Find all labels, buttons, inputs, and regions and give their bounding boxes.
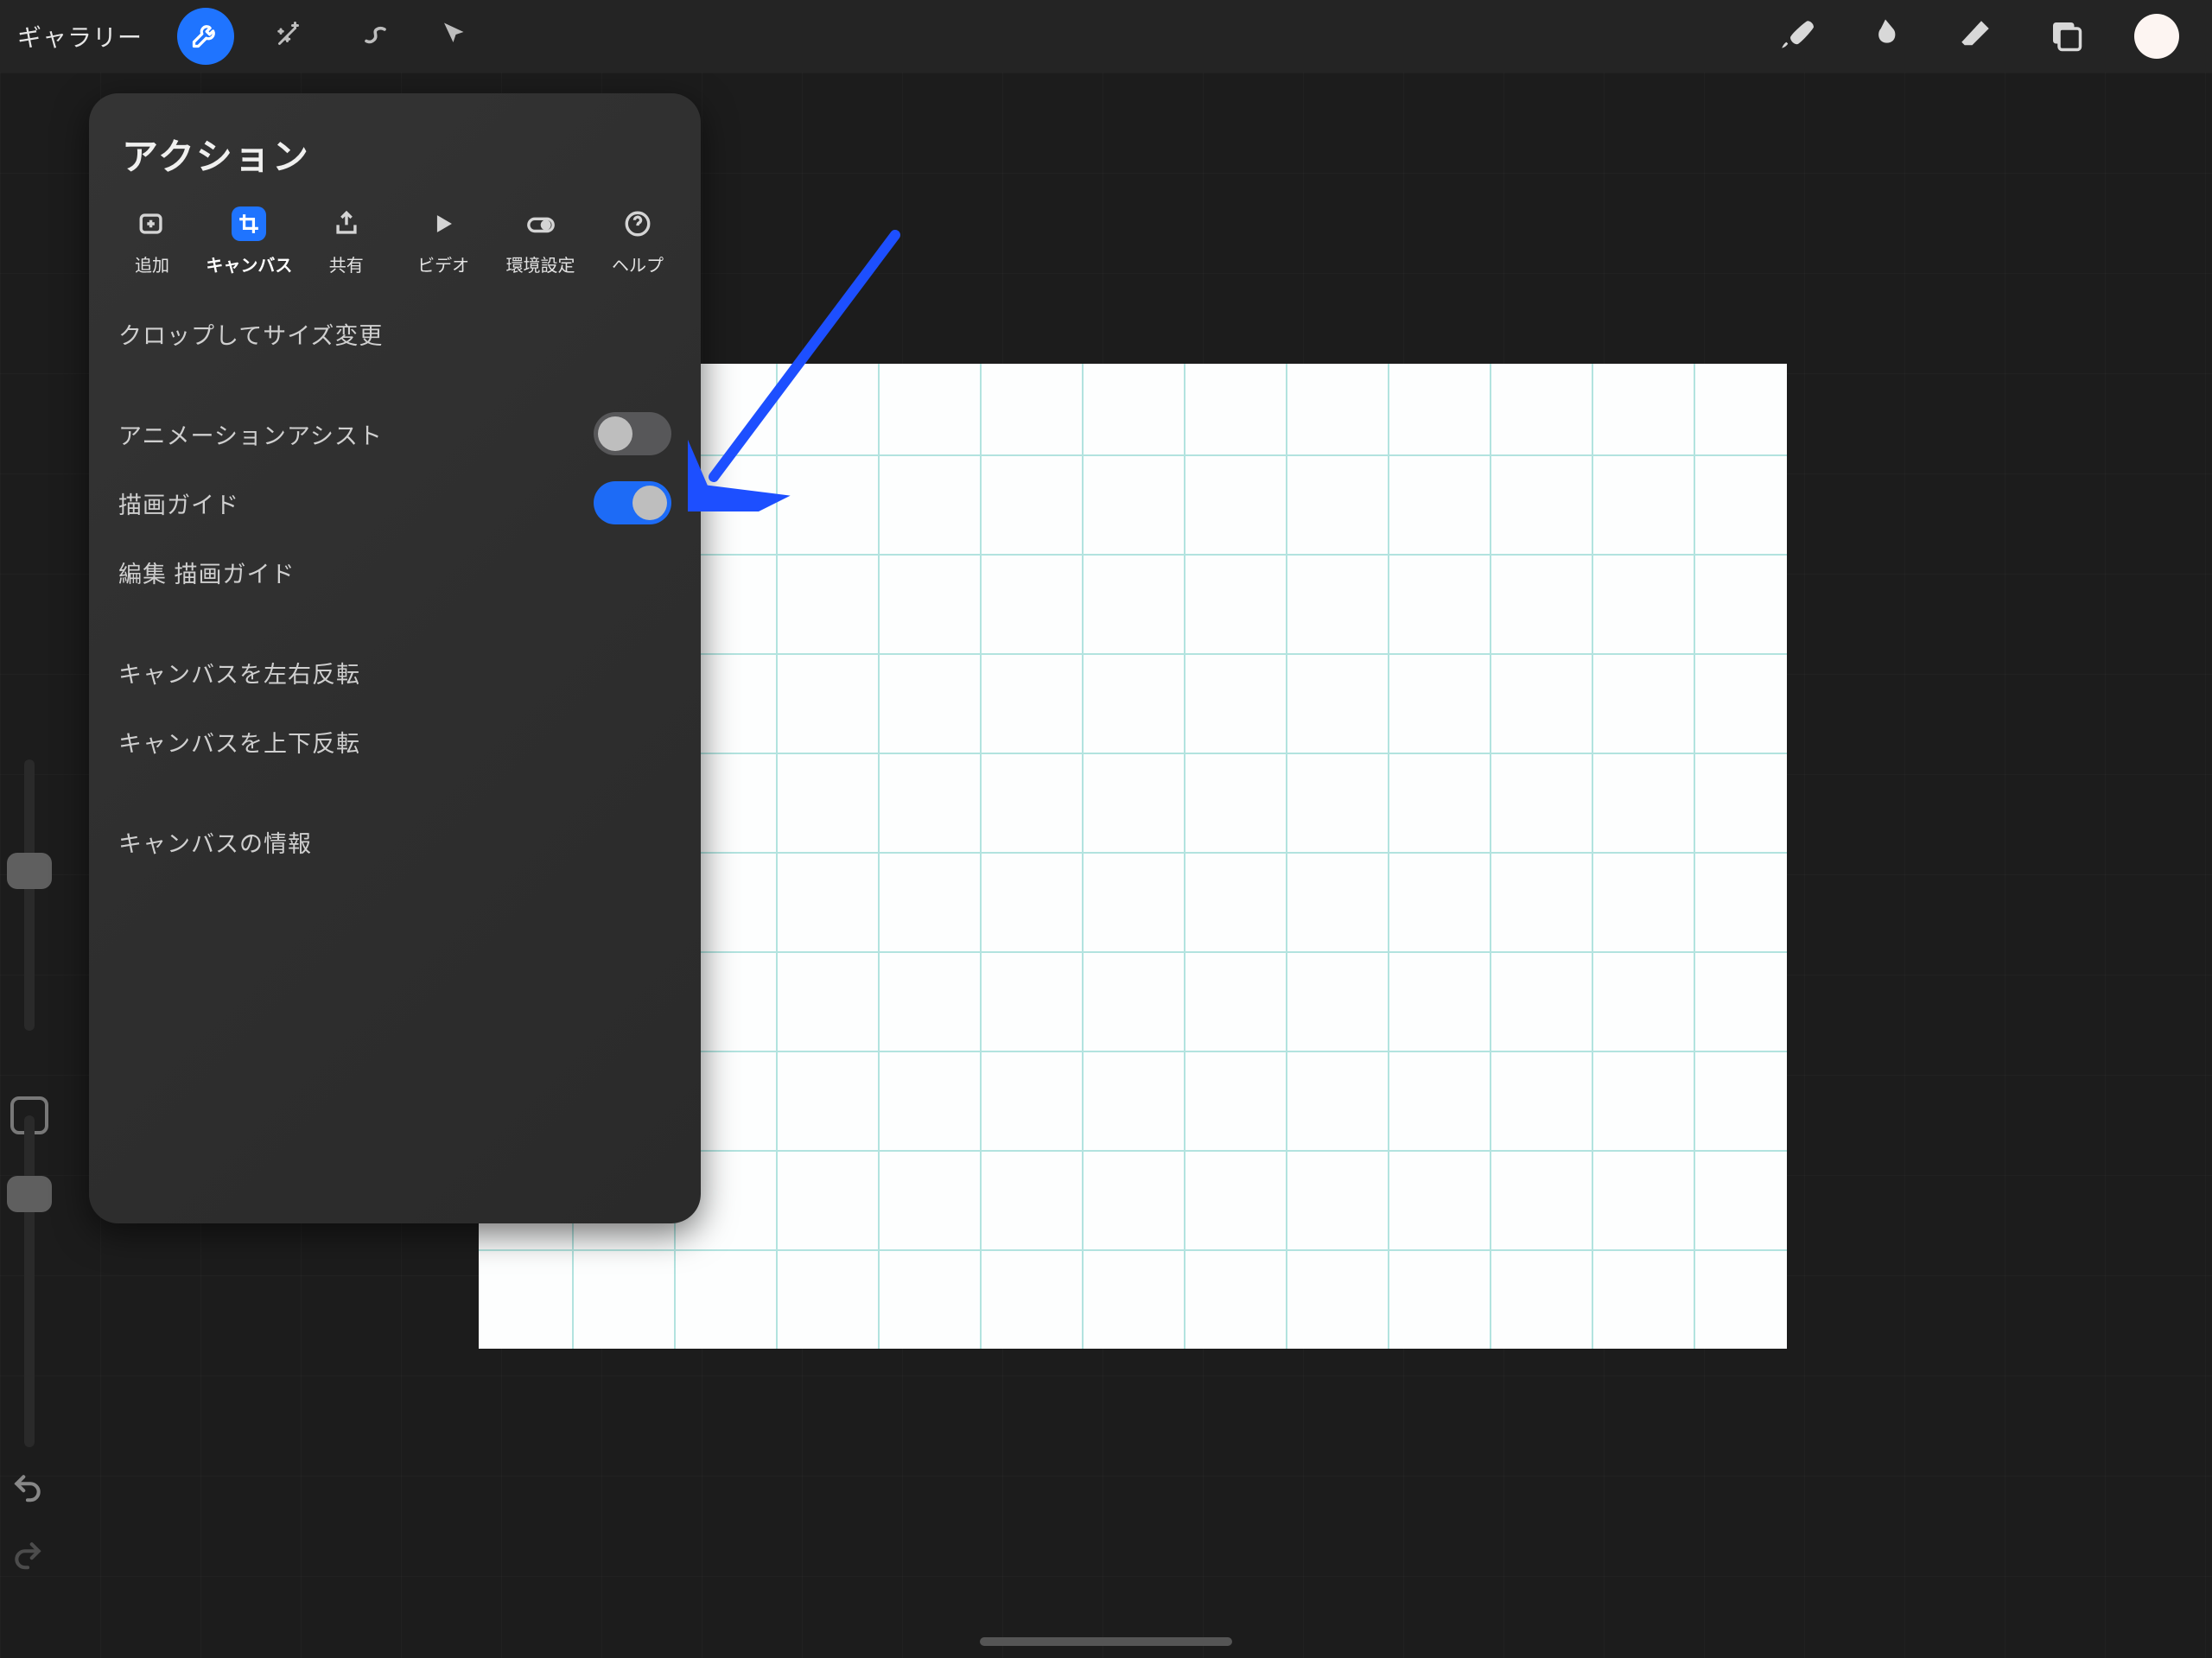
tab-add[interactable]: 追加 — [105, 206, 200, 276]
row-edit-drawing-guide[interactable]: 編集 描画ガイド — [89, 537, 701, 607]
tab-label: ヘルプ — [612, 251, 664, 276]
actions-wrench-button[interactable] — [177, 8, 234, 65]
actions-title: アクション — [89, 128, 701, 206]
tab-label: キャンバス — [206, 251, 292, 276]
redo-icon — [11, 1539, 44, 1576]
row-flip-vertical[interactable]: キャンバスを上下反転 — [89, 707, 701, 776]
eraser-icon — [1957, 16, 1993, 57]
undo-button[interactable] — [7, 1469, 48, 1510]
redo-button[interactable] — [7, 1536, 48, 1578]
row-label: キャンバスを上下反転 — [118, 725, 671, 759]
row-label: キャンバスを左右反転 — [118, 656, 671, 689]
tab-label: ビデオ — [417, 251, 469, 276]
layers-icon — [2047, 16, 2083, 57]
brush-icon — [1777, 16, 1814, 57]
animation-assist-toggle[interactable] — [594, 412, 671, 455]
top-toolbar: ギャラリー — [0, 0, 2212, 73]
row-drawing-guide[interactable]: 描画ガイド — [89, 468, 701, 537]
row-label: 編集 描画ガイド — [118, 556, 671, 589]
layers-button[interactable] — [2044, 16, 2086, 57]
draw-guide-toggle[interactable] — [594, 481, 671, 524]
gallery-button[interactable]: ギャラリー — [17, 19, 143, 54]
undo-icon — [11, 1471, 44, 1509]
row-label: 描画ガイド — [118, 486, 594, 520]
slider-thumb[interactable] — [7, 853, 52, 889]
tab-label: 環境設定 — [506, 251, 575, 276]
tab-label: 共有 — [329, 251, 364, 276]
tab-share[interactable]: 共有 — [299, 206, 394, 276]
cursor-icon — [439, 19, 470, 54]
home-indicator — [980, 1637, 1232, 1646]
s-path-icon — [356, 19, 387, 54]
wrench-icon — [190, 19, 221, 54]
adjustments-button[interactable] — [260, 8, 317, 65]
switch-icon — [524, 206, 558, 241]
row-label: キャンバスの情報 — [118, 825, 671, 859]
question-icon — [620, 206, 655, 241]
play-icon — [426, 206, 461, 241]
tab-video[interactable]: ビデオ — [396, 206, 491, 276]
actions-tab-bar: 追加 キャンバス 共有 ビデオ 環境設定 — [89, 206, 701, 295]
transform-button[interactable] — [426, 8, 483, 65]
magic-wand-icon — [273, 19, 304, 54]
selection-button[interactable] — [343, 8, 400, 65]
row-label: アニメーションアシスト — [118, 417, 594, 451]
brush-size-slider[interactable] — [12, 759, 47, 1031]
brush-tool-button[interactable] — [1775, 16, 1816, 57]
tab-prefs[interactable]: 環境設定 — [493, 206, 588, 276]
actions-popover: アクション 追加 キャンバス 共有 ビデオ — [89, 93, 701, 1223]
smudge-icon — [1867, 16, 1904, 57]
smudge-tool-button[interactable] — [1865, 16, 1906, 57]
brush-opacity-slider[interactable] — [12, 1115, 47, 1447]
eraser-tool-button[interactable] — [1955, 16, 1996, 57]
row-label: クロップしてサイズ変更 — [118, 317, 671, 351]
tab-label: 追加 — [135, 251, 169, 276]
row-animation-assist[interactable]: アニメーションアシスト — [89, 399, 701, 468]
tab-help[interactable]: ヘルプ — [590, 206, 685, 276]
row-canvas-info[interactable]: キャンバスの情報 — [89, 807, 701, 876]
add-image-icon — [135, 206, 169, 241]
crop-icon — [232, 206, 266, 241]
share-up-icon — [329, 206, 364, 241]
color-swatch-button[interactable] — [2134, 14, 2179, 59]
row-flip-horizontal[interactable]: キャンバスを左右反転 — [89, 638, 701, 707]
slider-thumb[interactable] — [7, 1176, 52, 1212]
row-crop-resize[interactable]: クロップしてサイズ変更 — [89, 299, 701, 368]
tab-canvas[interactable]: キャンバス — [201, 206, 296, 276]
